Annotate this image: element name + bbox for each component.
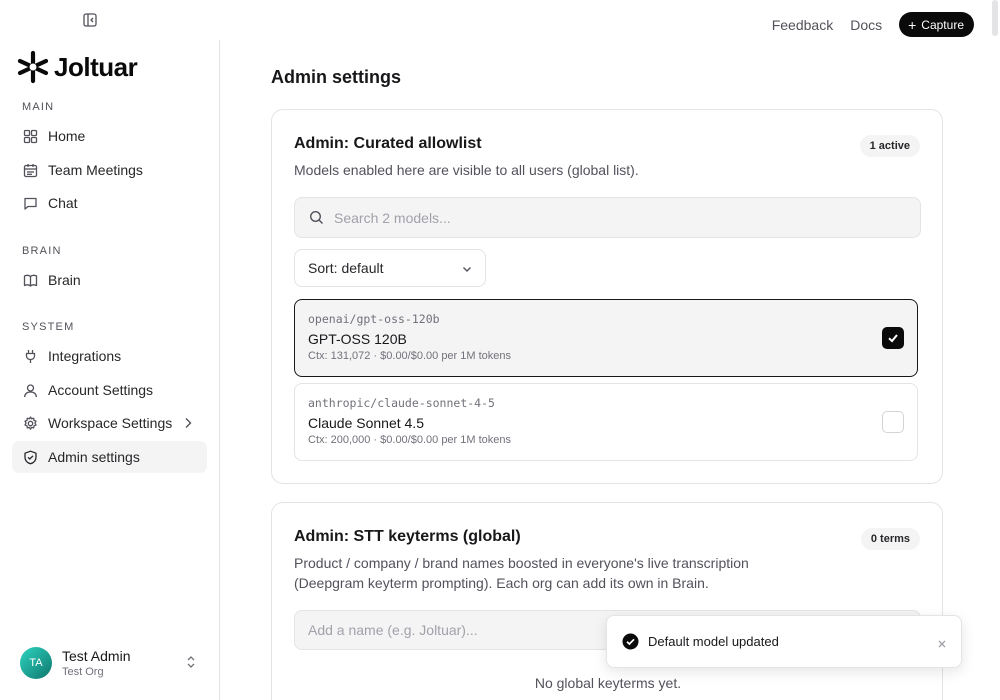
allowlist-card: Admin: Curated allowlist 1 active Models…: [271, 109, 943, 484]
model-name: Claude Sonnet 4.5: [308, 415, 424, 431]
sidebar-item-account-settings[interactable]: Account Settings: [12, 374, 207, 406]
page-title: Admin settings: [271, 67, 402, 87]
model-checkbox[interactable]: [882, 411, 904, 433]
section-label-system: SYSTEM: [22, 321, 75, 333]
model-meta: Ctx: 131,072 · $0.00/$0.00 per 1M tokens: [308, 350, 512, 362]
chevron-down-icon: [461, 262, 473, 278]
empty-state: No global keyterms yet.: [534, 675, 682, 691]
toast-notification: Default model updated: [606, 615, 962, 668]
capture-button[interactable]: + Capture: [899, 12, 974, 37]
panel-left-icon: [83, 13, 97, 27]
keyterms-card: Admin: STT keyterms (global) 0 terms Pro…: [271, 502, 943, 700]
book-icon: [22, 272, 38, 288]
docs-link[interactable]: Docs: [850, 17, 882, 33]
brand-logo[interactable]: Joltuar: [16, 50, 138, 84]
status-badge: 0 terms: [860, 528, 920, 550]
sidebar-item-integrations[interactable]: Integrations: [12, 340, 207, 372]
allowlist-title: Admin: Curated allowlist: [294, 135, 482, 152]
joltuar-logo-icon: [17, 50, 49, 84]
search-icon: [309, 210, 323, 224]
chevron-right-icon: [181, 416, 195, 435]
gear-icon: [22, 415, 38, 431]
user-menu[interactable]: TA Test Admin Test Org: [12, 638, 207, 688]
sidebar-item-team-meetings[interactable]: Team Meetings: [12, 154, 207, 186]
plug-icon: [22, 348, 38, 364]
keyterms-description-line1: Product / company / brand names boosted …: [294, 555, 749, 571]
model-row-claude-sonnet-4-5[interactable]: anthropic/claude-sonnet-4-5 Claude Sonne…: [294, 383, 918, 461]
sidebar-item-label: Home: [48, 128, 86, 144]
toast-message: Default model updated: [648, 634, 779, 649]
sidebar-collapse-button[interactable]: [82, 12, 98, 28]
status-badge: 1 active: [859, 135, 920, 157]
model-id: anthropic/claude-sonnet-4-5: [308, 396, 495, 410]
chat-icon: [22, 195, 38, 211]
user-name: Test Admin: [62, 648, 131, 664]
model-search[interactable]: [294, 197, 921, 238]
sort-select[interactable]: Sort: default: [294, 249, 486, 287]
search-input[interactable]: [334, 209, 894, 226]
shield-icon: [22, 449, 38, 465]
plus-icon: +: [908, 16, 917, 33]
user-icon: [22, 382, 38, 398]
scrollbar[interactable]: [992, 0, 998, 36]
model-row-gpt-oss-120b[interactable]: openai/gpt-oss-120b GPT-OSS 120B Ctx: 13…: [294, 299, 918, 377]
sidebar-item-label: Team Meetings: [48, 162, 143, 178]
avatar: TA: [20, 647, 52, 679]
sidebar-item-home[interactable]: Home: [12, 120, 207, 152]
model-checkbox[interactable]: [882, 327, 904, 349]
close-icon[interactable]: [937, 636, 947, 654]
user-org: Test Org: [62, 666, 104, 678]
sidebar-item-label: Brain: [48, 272, 81, 288]
model-name: GPT-OSS 120B: [308, 331, 407, 347]
sidebar-item-label: Account Settings: [48, 382, 154, 398]
brand-name: Joltuar: [54, 51, 138, 82]
section-label-brain: BRAIN: [22, 245, 62, 257]
allowlist-description: Models enabled here are visible to all u…: [294, 162, 639, 178]
chevrons-up-down-icon: [185, 655, 197, 674]
user-info: Test Admin Test Org: [62, 648, 130, 678]
sidebar-item-chat[interactable]: Chat: [12, 187, 207, 219]
sidebar-item-admin-settings[interactable]: Admin settings: [12, 441, 207, 473]
sidebar: Joltuar MAIN Home Team Meetings Chat BRA…: [0, 40, 220, 700]
sidebar-item-label: Chat: [48, 195, 78, 211]
calendar-icon: [22, 162, 38, 178]
sidebar-item-label: Workspace Settings: [48, 415, 173, 431]
check-icon: [888, 334, 898, 343]
check-circle-icon: [622, 633, 639, 650]
feedback-link[interactable]: Feedback: [772, 17, 833, 33]
sort-label: Sort: default: [308, 260, 384, 276]
sidebar-item-brain[interactable]: Brain: [12, 264, 207, 296]
top-nav: Feedback Docs + Capture: [772, 12, 974, 37]
grid-icon: [22, 128, 38, 144]
keyterms-description-line2: (Deepgram keyterm prompting). Each org c…: [294, 575, 709, 591]
model-id: openai/gpt-oss-120b: [308, 312, 440, 326]
section-label-main: MAIN: [22, 101, 55, 113]
sidebar-item-label: Integrations: [48, 348, 122, 364]
capture-label: Capture: [921, 17, 964, 32]
keyterms-title: Admin: STT keyterms (global): [294, 528, 521, 545]
sidebar-item-label: Admin settings: [48, 449, 140, 465]
model-meta: Ctx: 200,000 · $0.00/$0.00 per 1M tokens: [308, 434, 512, 446]
sidebar-item-workspace-settings[interactable]: Workspace Settings: [12, 407, 207, 439]
